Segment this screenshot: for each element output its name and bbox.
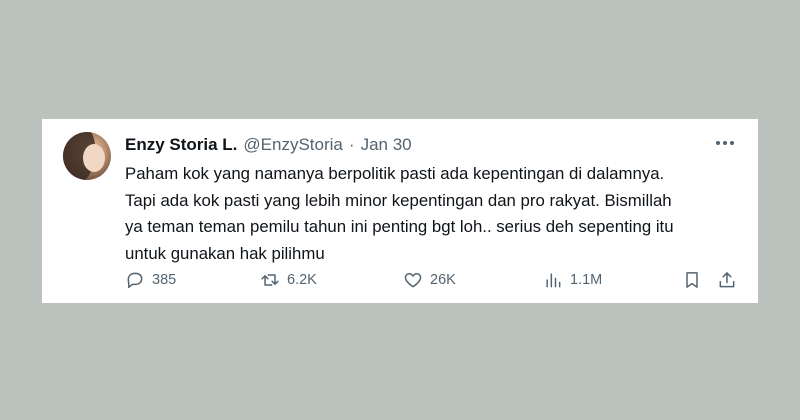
tweet-text-line: Tapi ada kok pasti yang lebih minor kepe… bbox=[125, 190, 672, 210]
retweet-icon bbox=[261, 274, 279, 286]
more-dot bbox=[730, 141, 734, 145]
retweet-button[interactable]: 6.2K bbox=[260, 270, 317, 290]
more-icon[interactable] bbox=[712, 137, 738, 149]
author-name[interactable]: Enzy Storia L. bbox=[125, 135, 237, 155]
tweet-actions: 385 6.2K 26K 1.1M bbox=[125, 270, 740, 294]
like-button[interactable]: 26K bbox=[403, 270, 456, 290]
reply-button[interactable]: 385 bbox=[125, 270, 176, 290]
author-handle[interactable]: @EnzyStoria bbox=[243, 135, 342, 155]
reply-icon bbox=[127, 272, 143, 289]
bookmark-button[interactable] bbox=[682, 270, 702, 290]
bookmark-icon bbox=[686, 272, 698, 288]
like-count: 26K bbox=[430, 272, 456, 288]
tweet-header: Enzy Storia L. @EnzyStoria · Jan 30 bbox=[125, 135, 412, 155]
more-dot bbox=[723, 141, 727, 145]
tweet-text-line: Paham kok yang namanya berpolitik pasti … bbox=[125, 164, 665, 183]
retweet-count: 6.2K bbox=[287, 272, 317, 288]
views-icon bbox=[546, 273, 561, 288]
views-count: 1.1M bbox=[570, 272, 603, 288]
avatar[interactable] bbox=[63, 132, 111, 180]
views-button[interactable]: 1.1M bbox=[543, 270, 602, 290]
tweet-text: Paham kok yang namanya berpolitik pasti … bbox=[125, 161, 740, 267]
more-dot bbox=[716, 141, 720, 145]
share-button[interactable] bbox=[717, 270, 737, 290]
tweet-date[interactable]: Jan 30 bbox=[361, 135, 412, 155]
avatar-face bbox=[83, 144, 105, 172]
tweet-text-line: untuk gunakan hak pilihmu bbox=[125, 243, 325, 263]
reply-count: 385 bbox=[152, 272, 177, 288]
header-separator: · bbox=[348, 135, 355, 154]
like-icon bbox=[404, 273, 422, 288]
tweet-text-line: ya teman teman pemilu tahun ini penting … bbox=[125, 217, 674, 236]
tweet-card[interactable]: Enzy Storia L. @EnzyStoria · Jan 30 Paha… bbox=[42, 119, 758, 303]
share-icon bbox=[719, 272, 735, 288]
